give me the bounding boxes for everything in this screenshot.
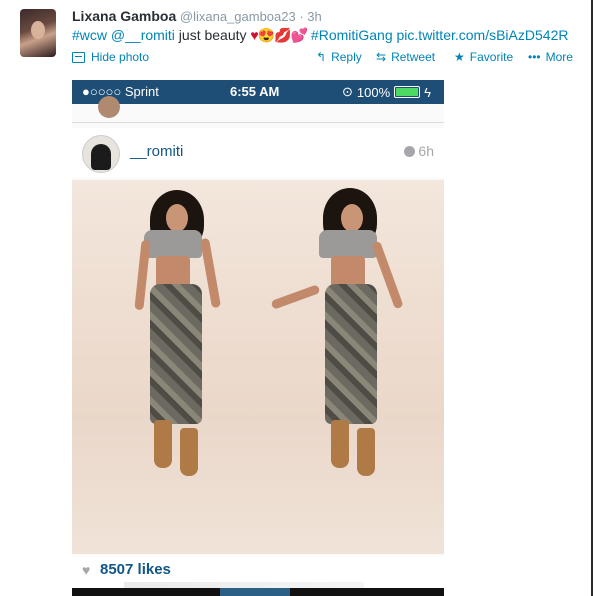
battery-percent: 100% xyxy=(356,84,391,100)
author-handle[interactable]: @lixana_gamboa23 xyxy=(180,9,296,24)
reply-arrow-icon: ↰ xyxy=(316,50,327,64)
hashtag-wcw[interactable]: #wcw xyxy=(72,27,107,43)
retweet-button[interactable]: ⇆ Retweet xyxy=(376,50,435,64)
tweet-body: just beauty xyxy=(174,27,251,43)
author-name[interactable]: Lixana Gamboa xyxy=(72,8,176,24)
battery-icon xyxy=(394,86,421,98)
more-label: More xyxy=(545,50,573,64)
retweet-icon: ⇆ xyxy=(376,50,387,64)
post-username: __romiti xyxy=(130,143,184,160)
post-time: 6h xyxy=(404,143,434,159)
clock: 6:55 AM xyxy=(230,84,280,99)
pic-link[interactable]: pic.twitter.com/sBiAzD542R xyxy=(397,27,569,43)
more-dots-icon: ••• xyxy=(528,50,541,64)
retweet-label: Retweet xyxy=(391,50,436,64)
likes-count: 8507 likes xyxy=(100,561,171,578)
mention-romiti[interactable]: @__romiti xyxy=(111,27,175,43)
more-button[interactable]: ••• More xyxy=(528,50,573,64)
phone-tab-bar xyxy=(72,588,444,596)
hide-photo-button[interactable]: Hide photo xyxy=(72,50,149,64)
hide-photo-label: Hide photo xyxy=(91,50,150,64)
reply-label: Reply xyxy=(331,50,362,64)
embedded-screenshot[interactable]: ●○○○○ Sprint 6:55 AM ⊙ 100% ϟ __romiti 6… xyxy=(72,80,444,596)
photo-left xyxy=(72,180,259,554)
status-bar: ●○○○○ Sprint 6:55 AM ⊙ 100% ϟ xyxy=(72,80,444,104)
tweet-header: Lixana Gamboa @lixana_gamboa23 · 3h xyxy=(72,8,322,24)
emoji-group: ♥😍💋💕 xyxy=(250,27,308,43)
charging-icon: ϟ xyxy=(424,84,432,100)
post-time-label: 6h xyxy=(418,143,434,159)
photo-icon xyxy=(72,51,85,63)
carrier: ●○○○○ Sprint xyxy=(82,84,159,99)
heart-icon: ♥ xyxy=(82,562,91,578)
tweet-time[interactable]: · 3h xyxy=(299,9,321,24)
post-avatar xyxy=(82,135,120,173)
previous-post-strip xyxy=(72,96,444,123)
avatar[interactable] xyxy=(20,9,56,57)
tweet-text: #wcw @__romiti just beauty ♥😍💋💕 #RomitiG… xyxy=(72,27,568,44)
post-header: __romiti 6h xyxy=(72,128,444,178)
star-icon: ★ xyxy=(454,50,465,64)
hashtag-romitigang[interactable]: #RomitiGang xyxy=(311,27,393,43)
favorite-button[interactable]: ★ Favorite xyxy=(454,50,513,64)
battery-status: ⊙ 100% ϟ xyxy=(342,84,431,100)
clock-icon xyxy=(404,145,416,157)
lock-rotation-icon: ⊙ xyxy=(342,84,353,99)
photo-right xyxy=(259,180,444,554)
favorite-label: Favorite xyxy=(469,50,514,64)
reply-button[interactable]: ↰ Reply xyxy=(316,50,362,64)
